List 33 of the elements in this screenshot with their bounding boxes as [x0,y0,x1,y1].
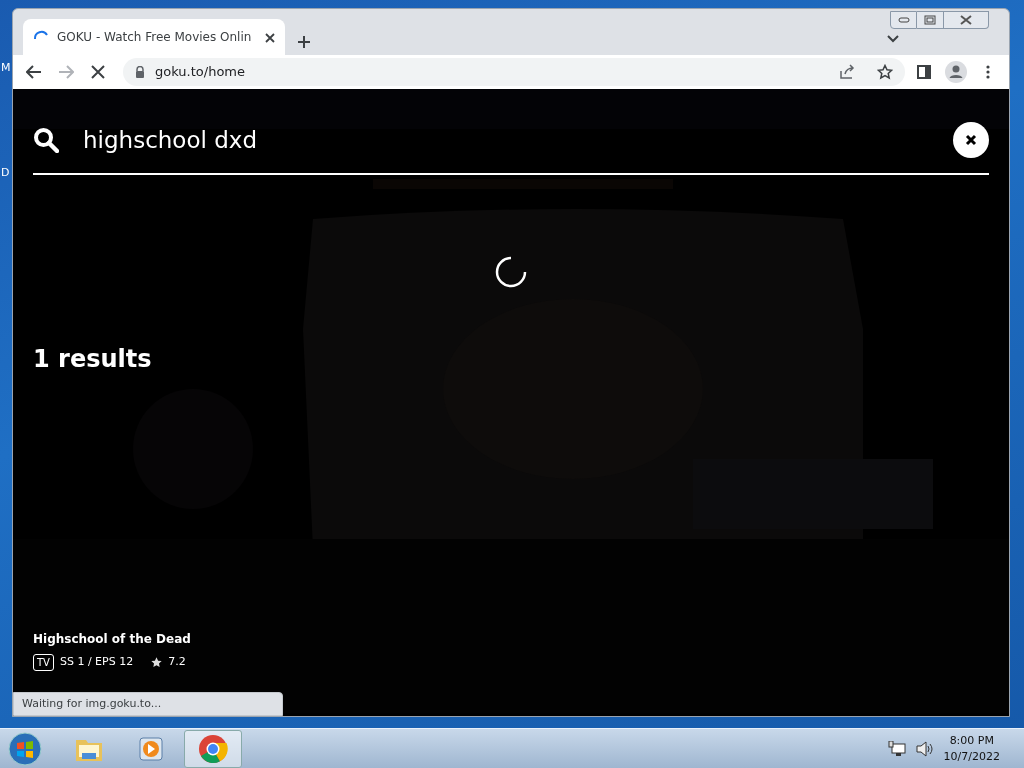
search-field[interactable]: highschool dxd [69,122,943,158]
result-title[interactable]: Highschool of the Dead [33,630,989,648]
close-icon [959,15,973,25]
star-icon[interactable] [877,64,893,80]
star-icon [151,657,163,668]
desktop-icon-label[interactable]: M [1,60,12,77]
results-heading: 1 results [33,344,153,375]
browser-tab[interactable]: GOKU - Watch Free Movies Onlin [23,19,285,55]
maximize-icon [924,15,936,25]
episode-info: SS 1 / EPS 12 [59,654,134,671]
type-tag: TV [33,654,54,671]
plus-icon[interactable] [297,35,311,49]
clock-date[interactable]: 10/7/2022 [943,748,1000,764]
status-bubble: Waiting for img.goku.to... [13,691,283,716]
minimize-icon [897,17,910,23]
lock-icon [135,66,145,78]
address-bar[interactable]: goku.to/home [123,58,905,86]
browser-icon[interactable] [184,729,242,768]
close-icon [965,134,977,146]
clock-time[interactable]: 8:00 PM [943,733,1000,749]
chevron-down-icon[interactable] [887,35,899,43]
network-icon[interactable] [887,740,906,757]
share-icon[interactable] [839,64,855,80]
minimize-button[interactable] [890,11,917,29]
search-icon [33,127,59,153]
volume-icon[interactable] [915,740,934,757]
url-text: goku.to/home [155,63,246,82]
profile-icon[interactable] [943,59,969,85]
tab-title: GOKU - Watch Free Movies Onlin [57,29,253,46]
loading-spinner [494,255,528,289]
rating: 7.2 [168,654,186,671]
desktop-icon-label[interactable]: D [1,164,12,181]
close-button[interactable] [944,11,989,29]
